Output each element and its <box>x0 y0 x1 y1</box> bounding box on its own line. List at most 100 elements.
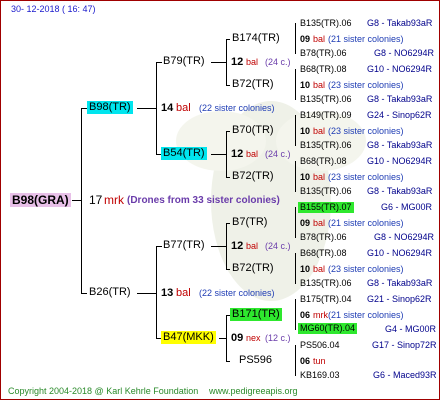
l2-1-note: (24 c.) <box>265 149 291 159</box>
queen-l4-3[interactable]: B135(TR).06 <box>300 94 352 105</box>
l2-0-mark: bal <box>246 57 259 67</box>
connector <box>295 161 296 192</box>
l1-1-note: (22 sister colonies) <box>199 288 275 298</box>
l3-1-note: (23 sister colonies) <box>328 80 404 90</box>
queen-l4-12[interactable]: B175(TR).04 <box>300 294 352 305</box>
queen-l3-2[interactable]: B70(TR) <box>230 124 276 137</box>
l3-7-num: 06 <box>300 356 311 366</box>
queen-l4-10[interactable]: B68(TR).08 <box>300 248 347 259</box>
queen-l1-0[interactable]: B98(TR) <box>87 101 133 114</box>
l3-2-mark: bal <box>313 126 326 136</box>
root-gen-num: 17 <box>89 193 103 207</box>
l3-2-num: 10 <box>300 126 311 136</box>
l3-4-num: 09 <box>300 218 311 228</box>
connector <box>219 338 227 339</box>
queen-l3-0[interactable]: B174(TR) <box>230 32 282 45</box>
l3-6-mark: mrk <box>313 310 328 320</box>
l3-5-num: 10 <box>300 264 311 274</box>
l3-3-num: 10 <box>300 172 311 182</box>
l4-2-group: G10 - NO6294R <box>367 64 433 74</box>
connector <box>137 293 157 294</box>
l1-0-num: 14 <box>161 102 174 114</box>
l4-13-group: G4 - MG00R <box>385 324 437 334</box>
queen-l4-9[interactable]: B78(TR).06 <box>300 232 347 243</box>
l3-3-note: (23 sister colonies) <box>328 172 404 182</box>
connector <box>295 23 296 54</box>
l4-5-group: G8 - Takab93aR <box>367 140 433 150</box>
l3-6-note: (21 sister colonies) <box>328 310 404 320</box>
queen-l3-1[interactable]: B72(TR) <box>230 78 276 91</box>
queen-l4-6[interactable]: B68(TR).08 <box>300 156 347 167</box>
l4-0-group: G8 - Takab93aR <box>367 18 433 28</box>
l2-0-num: 12 <box>231 56 244 68</box>
l2-3-num: 09 <box>231 332 244 344</box>
connector <box>211 62 227 63</box>
l3-5-note: (23 sister colonies) <box>328 264 404 274</box>
connector <box>295 345 296 376</box>
queen-l4-2[interactable]: B68(TR).08 <box>300 64 347 75</box>
l1-1-num: 13 <box>161 287 174 299</box>
l4-11-group: G8 - Takab93aR <box>367 278 433 288</box>
queen-l4-14[interactable]: PS506.04 <box>300 340 340 351</box>
queen-l2-3[interactable]: B47(MKK) <box>161 331 216 344</box>
l4-8-group: G6 - MG00R <box>381 202 433 212</box>
queen-l1-1[interactable]: B26(TR) <box>87 286 133 299</box>
l4-4-group: G24 - Sinop62R <box>367 110 432 120</box>
l2-1-mark: bal <box>246 149 259 159</box>
l3-0-mark: bal <box>313 34 326 44</box>
queen-l4-7[interactable]: B135(TR).06 <box>300 186 352 197</box>
website-link[interactable]: www.pedigreeapis.org <box>209 386 298 397</box>
copyright-text: Copyright 2004-2018 @ Karl Kehrle Founda… <box>8 386 199 396</box>
queen-l3-7[interactable]: PS596 <box>237 354 274 367</box>
queen-l4-8[interactable]: B155(TR).07 <box>298 202 354 213</box>
queen-l4-1[interactable]: B78(TR).06 <box>300 48 347 59</box>
l1-0-mark: bal <box>176 102 191 114</box>
l3-1-mark: bal <box>313 80 326 90</box>
connector <box>295 69 296 100</box>
queen-l4-15[interactable]: KB169.03 <box>300 370 340 381</box>
l2-2-mark: bal <box>246 241 259 251</box>
connector <box>137 108 157 109</box>
l3-0-note: (21 sister colonies) <box>328 34 404 44</box>
connector <box>295 299 296 330</box>
connector <box>72 200 82 201</box>
l4-1-group: G8 - NO6294R <box>374 48 435 58</box>
queen-l4-4[interactable]: B149(TR).09 <box>300 110 352 121</box>
queen-l3-3[interactable]: B72(TR) <box>230 170 276 183</box>
l4-12-group: G21 - Sinop62R <box>367 294 432 304</box>
queen-l4-13[interactable]: MG60(TR).04 <box>298 323 358 334</box>
l3-6-num: 06 <box>300 310 311 320</box>
queen-l4-5[interactable]: B135(TR).06 <box>300 140 352 151</box>
connector <box>295 207 296 238</box>
connector <box>211 246 227 247</box>
l4-7-group: G8 - Takab93aR <box>367 186 433 196</box>
l2-3-mark: nex <box>246 333 261 343</box>
l3-5-mark: bal <box>313 264 326 274</box>
root-mark: mrk <box>104 193 124 207</box>
queen-l2-0[interactable]: B79(TR) <box>161 55 207 68</box>
queen-l3-4[interactable]: B7(TR) <box>230 216 269 229</box>
l3-1-num: 10 <box>300 80 311 90</box>
l3-4-mark: bal <box>313 218 326 228</box>
l3-0-num: 09 <box>300 34 311 44</box>
l4-9-group: G8 - NO6294R <box>374 232 435 242</box>
queen-l4-11[interactable]: B135(TR).06 <box>300 278 352 289</box>
l2-3-note: (12 c.) <box>265 333 291 343</box>
l2-0-note: (24 c.) <box>265 57 291 67</box>
l4-10-group: G10 - NO6294R <box>367 248 433 258</box>
l3-3-mark: bal <box>313 172 326 182</box>
queen-l2-1[interactable]: B54(TR) <box>161 147 207 160</box>
connector <box>226 361 230 362</box>
queen-l3-6[interactable]: B171(TR) <box>230 308 282 321</box>
root-note: (Drones from 33 sister colonies) <box>127 195 280 206</box>
connector <box>211 154 227 155</box>
connector <box>295 253 296 284</box>
l2-2-num: 12 <box>231 240 244 252</box>
queen-l4-0[interactable]: B135(TR).06 <box>300 18 352 29</box>
connector <box>81 108 82 294</box>
l1-1-mark: bal <box>176 287 191 299</box>
queen-l3-5[interactable]: B72(TR) <box>230 262 276 275</box>
l4-14-group: G17 - Sinop72R <box>372 340 437 350</box>
queen-l2-2[interactable]: B77(TR) <box>161 239 207 252</box>
root-queen[interactable]: B98(GRA) <box>10 193 71 207</box>
